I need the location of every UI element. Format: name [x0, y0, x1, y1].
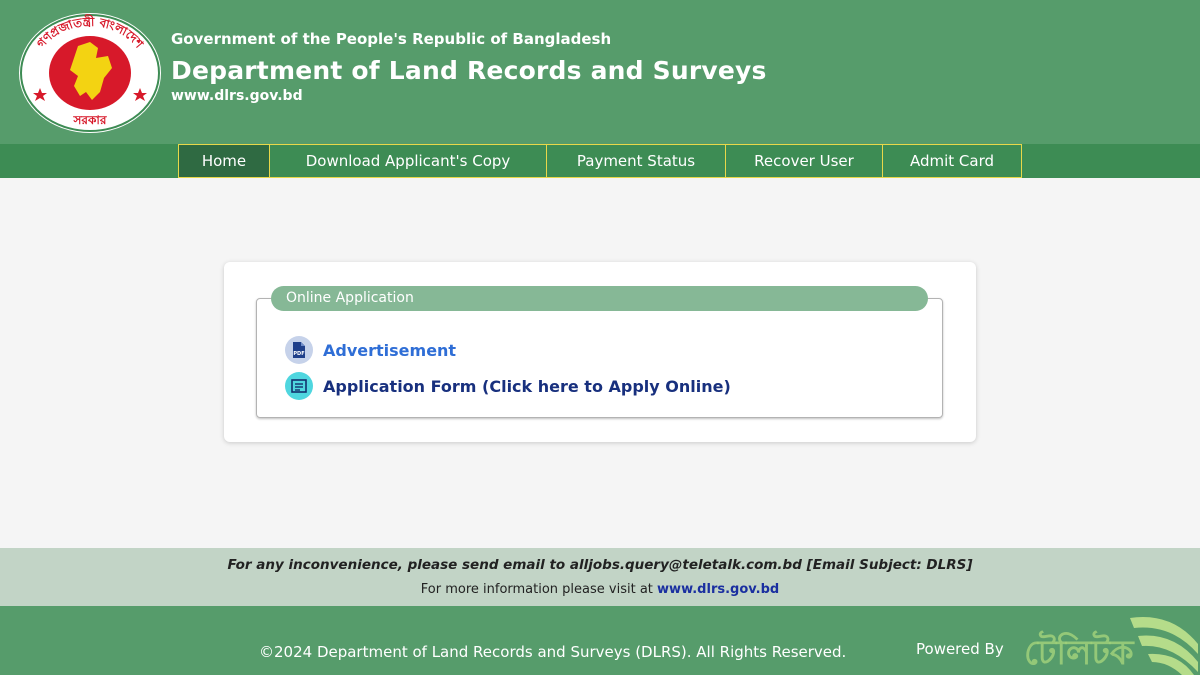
- visit-website-link[interactable]: www.dlrs.gov.bd: [657, 582, 779, 597]
- form-icon: [285, 372, 313, 400]
- site-footer: ©2024 Department of Land Records and Sur…: [0, 606, 1200, 675]
- visit-notice: For more information please visit at www…: [0, 582, 1200, 597]
- application-form-link[interactable]: Application Form (Click here to Apply On…: [285, 372, 731, 400]
- government-seal-logo[interactable]: গণপ্রজাতন্ত্রী বাংলাদেশ সরকার: [18, 12, 162, 134]
- section-title: Online Application: [271, 286, 928, 311]
- nav-item-label: Admit Card: [909, 152, 995, 170]
- teletalk-logo-text: টেলিটক: [1024, 630, 1135, 673]
- nav-item-label: Recover User: [754, 152, 854, 170]
- nav-item-payment-status[interactable]: Payment Status: [546, 144, 726, 178]
- copyright-text: ©2024 Department of Land Records and Sur…: [259, 643, 847, 661]
- teletalk-logo[interactable]: টেলিটক: [1022, 614, 1200, 675]
- advertisement-link-label: Advertisement: [323, 340, 457, 360]
- site-header: গণপ্রজাতন্ত্রী বাংলাদেশ সরকার Government…: [0, 0, 1200, 144]
- powered-by-text: Powered By: [916, 640, 1004, 658]
- nav-item-download-applicants-copy[interactable]: Download Applicant's Copy: [269, 144, 547, 178]
- nav-item-label: Download Applicant's Copy: [305, 152, 511, 170]
- website-url: www.dlrs.gov.bd: [171, 88, 303, 104]
- nav-item-admit-card[interactable]: Admit Card: [882, 144, 1022, 178]
- pdf-icon: PDF: [285, 336, 313, 364]
- contact-notice: For any inconvenience, please send email…: [227, 557, 973, 573]
- application-form-link-label: Application Form (Click here to Apply On…: [323, 376, 731, 396]
- online-application-card: Online Application PDF Advertisement App…: [224, 262, 976, 442]
- nav-item-recover-user[interactable]: Recover User: [725, 144, 883, 178]
- department-title: Department of Land Records and Surveys: [171, 56, 767, 85]
- seal-bottom-text: সরকার: [72, 113, 106, 127]
- nav-item-label: Home: [201, 152, 247, 170]
- info-bar: For any inconvenience, please send email…: [0, 548, 1200, 606]
- nav-item-home[interactable]: Home: [178, 144, 270, 178]
- government-title: Government of the People's Republic of B…: [171, 30, 612, 48]
- main-nav: Home Download Applicant's Copy Payment S…: [0, 144, 1200, 178]
- advertisement-link[interactable]: PDF Advertisement: [285, 336, 456, 364]
- visit-prefix: For more information please visit at: [420, 582, 653, 597]
- nav-item-label: Payment Status: [576, 152, 696, 170]
- pdf-icon-label: PDF: [293, 351, 304, 357]
